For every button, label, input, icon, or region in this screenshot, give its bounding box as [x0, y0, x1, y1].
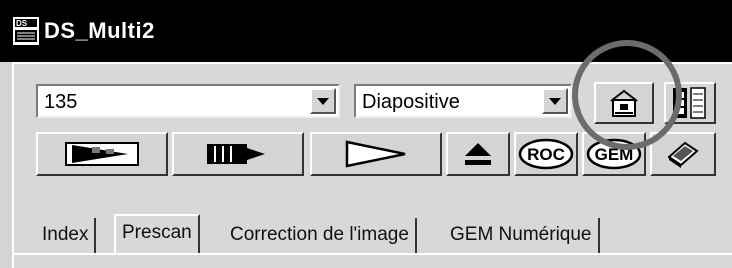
- eject-button[interactable]: [446, 132, 510, 176]
- tab-prescan[interactable]: Prescan: [114, 214, 200, 254]
- film-type-value: Diapositive: [362, 91, 460, 113]
- app-scanner-icon: DS: [13, 17, 39, 45]
- roc-button[interactable]: ROC: [514, 132, 578, 176]
- svg-text:DS: DS: [16, 19, 28, 28]
- chevron-down-icon[interactable]: [310, 88, 336, 114]
- tab-gem-numerique[interactable]: GEM Numérique: [444, 218, 600, 254]
- film-type-select[interactable]: Diapositive: [354, 84, 572, 118]
- tab-divider: [14, 253, 732, 255]
- prescan-icon: [65, 142, 139, 166]
- chevron-down-icon[interactable]: [542, 88, 568, 114]
- roc-label: ROC: [527, 145, 565, 164]
- roc-icon: ROC: [518, 138, 574, 170]
- prescan-button[interactable]: [36, 132, 168, 176]
- eject-icon: [465, 143, 491, 165]
- window-title: DS_Multi2: [44, 18, 155, 43]
- tab-image-correction[interactable]: Correction de l'image: [224, 218, 417, 254]
- film-format-value: 135: [44, 91, 78, 113]
- highlight-circle: [572, 40, 682, 150]
- tab-index[interactable]: Index: [36, 218, 97, 254]
- scan-button[interactable]: [310, 132, 442, 176]
- film-format-select[interactable]: 135: [36, 84, 340, 118]
- autofocus-button[interactable]: [172, 132, 304, 176]
- scan-icon: [345, 140, 406, 168]
- autofocus-icon: [207, 144, 265, 164]
- help-book-icon: [667, 141, 699, 168]
